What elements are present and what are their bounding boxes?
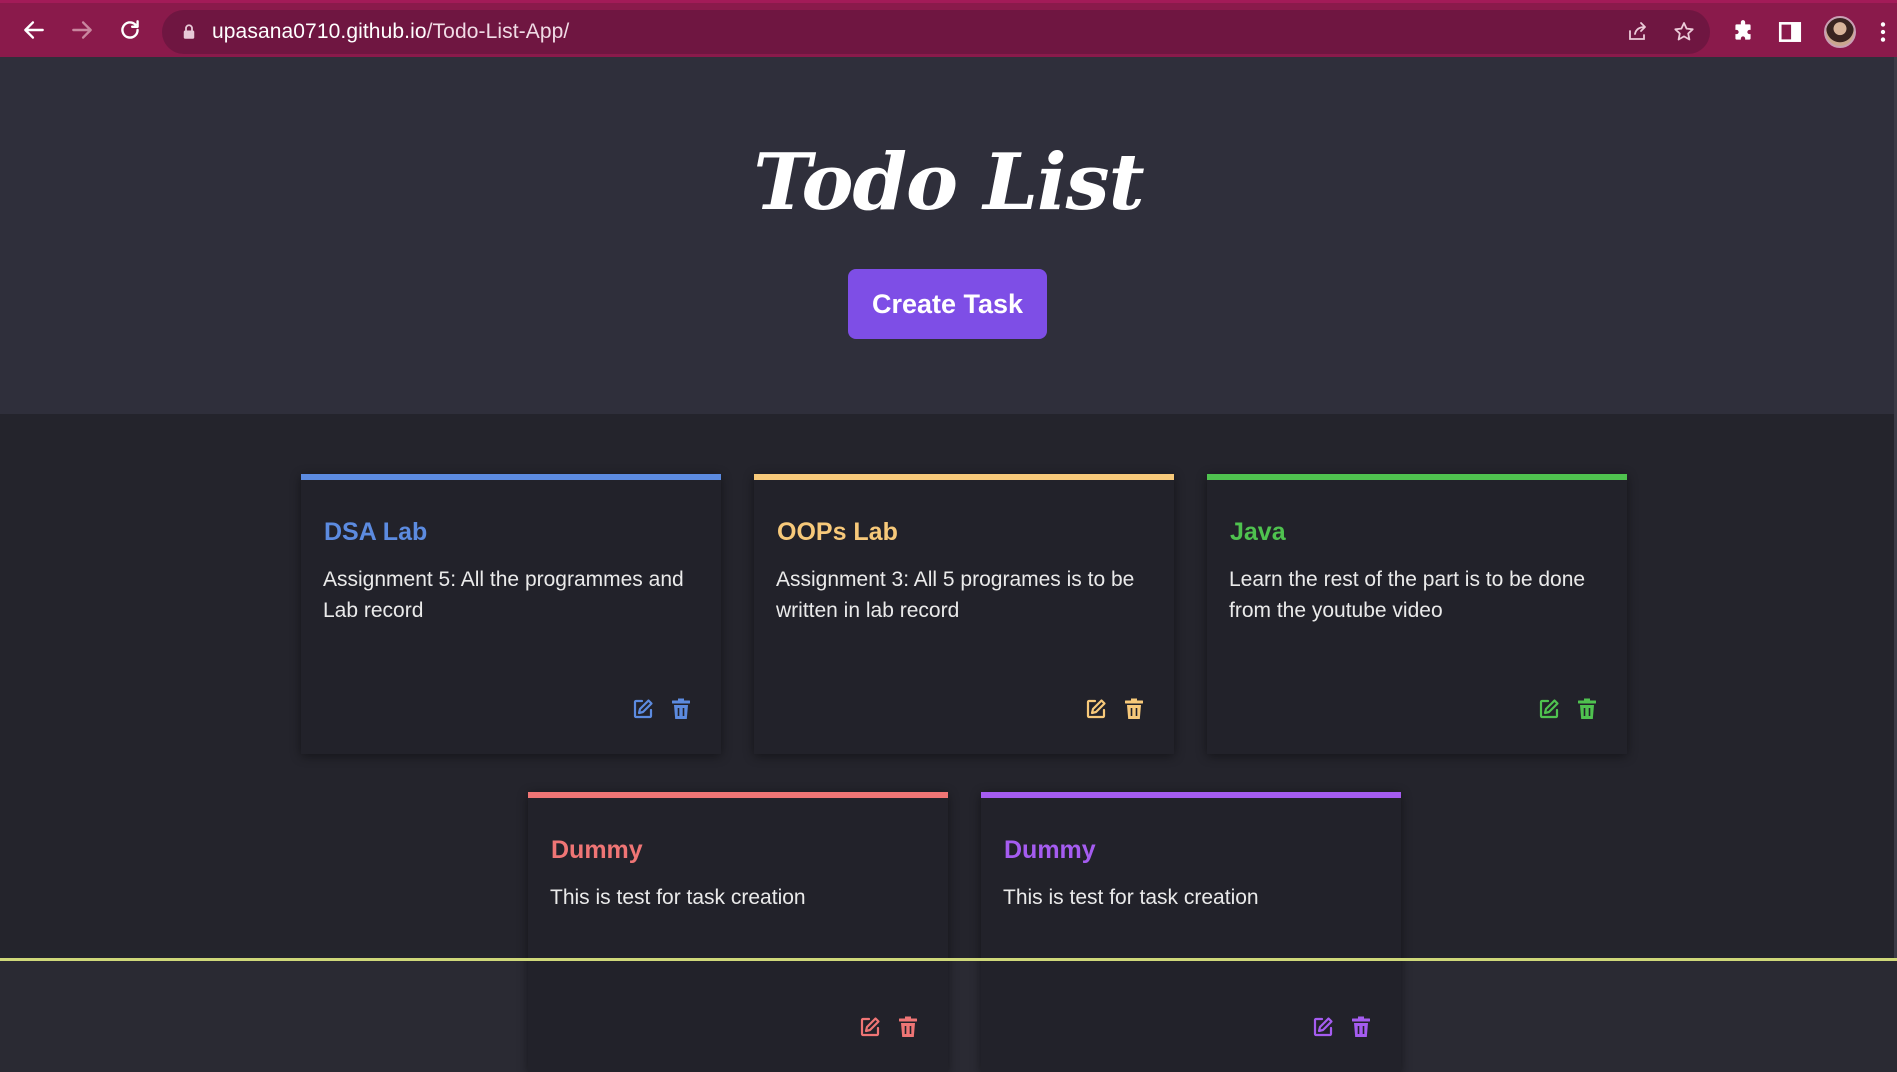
back-arrow-icon [24, 21, 44, 39]
task-title: Dummy [1004, 836, 1096, 864]
back-button[interactable] [12, 8, 56, 52]
task-card: Dummy This is test for task creation [981, 792, 1401, 1072]
task-title: Java [1230, 518, 1286, 546]
browser-toolbar: upasana0710.github.io/Todo-List-App/ [0, 0, 1897, 57]
trash-icon[interactable] [896, 1015, 920, 1039]
url-path: /Todo-List-App/ [426, 20, 570, 43]
share-icon[interactable] [1626, 20, 1650, 44]
reload-button[interactable] [108, 8, 152, 52]
reload-icon [121, 20, 139, 39]
task-title: Dummy [551, 836, 643, 864]
menu-button[interactable] [1870, 3, 1896, 60]
lock-icon [183, 24, 195, 39]
url-text: upasana0710.github.io/Todo-List-App/ [212, 20, 569, 44]
trash-icon[interactable] [1349, 1015, 1373, 1039]
page-header: Todo List Create Task [0, 57, 1897, 414]
task-title: OOPs Lab [777, 518, 898, 546]
create-task-button[interactable]: Create Task [848, 269, 1047, 339]
kebab-menu-icon [1880, 21, 1886, 42]
edit-icon[interactable] [1537, 697, 1561, 721]
task-description: This is test for task creation [550, 886, 806, 909]
task-card: DSA Lab Assignment 5: All the programmes… [301, 474, 721, 754]
forward-button[interactable] [60, 8, 104, 52]
task-description: Learn the rest of the part is to be done… [1229, 568, 1586, 622]
extensions-button[interactable] [1730, 3, 1756, 60]
trash-icon[interactable] [669, 697, 693, 721]
task-description: This is test for task creation [1003, 886, 1259, 909]
profile-button[interactable] [1824, 3, 1856, 60]
edit-icon[interactable] [631, 697, 655, 721]
bookmark-star-icon[interactable] [1672, 20, 1696, 44]
edit-icon[interactable] [1311, 1015, 1335, 1039]
edit-icon[interactable] [1084, 697, 1108, 721]
side-panel-button[interactable] [1777, 3, 1803, 60]
side-panel-icon [1778, 21, 1802, 42]
task-card: Java Learn the rest of the part is to be… [1207, 474, 1627, 754]
task-title: DSA Lab [324, 518, 428, 546]
task-card: Dummy This is test for task creation [528, 792, 948, 1072]
edit-icon[interactable] [858, 1015, 882, 1039]
puzzle-icon [1735, 19, 1751, 40]
task-description: Assignment 3: All 5 programes is to be w… [776, 568, 1135, 622]
avatar [1824, 15, 1856, 48]
trash-icon[interactable] [1122, 697, 1146, 721]
task-description: Assignment 5: All the programmes and Lab… [323, 568, 684, 622]
page-title: Todo List [753, 137, 1144, 228]
task-card: OOPs Lab Assignment 3: All 5 programes i… [754, 474, 1174, 754]
task-list: DSA Lab Assignment 5: All the programmes… [0, 414, 1897, 1072]
address-bar[interactable]: upasana0710.github.io/Todo-List-App/ [162, 10, 1710, 54]
url-host: upasana0710.github.io [212, 20, 427, 43]
trash-icon[interactable] [1575, 697, 1599, 721]
forward-arrow-icon [72, 21, 92, 39]
